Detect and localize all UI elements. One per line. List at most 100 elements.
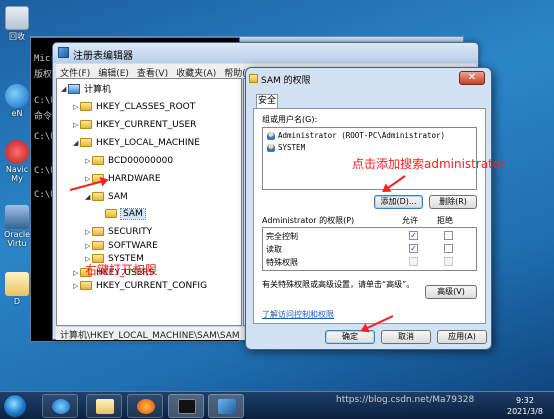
virtualbox-shortcut[interactable]: Oracle Virtu bbox=[2, 205, 32, 248]
permission-name: 特殊权限 bbox=[266, 258, 298, 267]
access-control-help-link[interactable]: 了解访问控制和权限 bbox=[262, 309, 334, 320]
user-row-system[interactable]: SYSTEM bbox=[267, 143, 305, 152]
recycle-bin-icon bbox=[5, 6, 29, 30]
console-line: 命令 bbox=[34, 112, 53, 122]
desktop-icon-label: Navic My bbox=[5, 165, 29, 183]
cancel-button[interactable]: 取消 bbox=[381, 330, 431, 344]
media-player-icon bbox=[137, 399, 155, 414]
deny-header: 拒绝 bbox=[437, 216, 453, 225]
clock-time: 9:32 bbox=[515, 396, 534, 405]
registry-tree[interactable]: ◢ 计算机 ▷ HKEY_CLASSES_ROOT ▷ HKEY_CURRENT_US… bbox=[56, 78, 242, 326]
annotation-click-add: 点击添加搜索administrator bbox=[352, 157, 506, 171]
allow-read-checkbox[interactable]: ✓ bbox=[409, 244, 418, 253]
apply-button[interactable]: 应用(A) bbox=[437, 330, 487, 344]
folder-shortcut[interactable]: D bbox=[2, 272, 32, 306]
tree-item-hkcr[interactable]: ▷ HKEY_CLASSES_ROOT bbox=[73, 100, 195, 113]
tree-item-hklm[interactable]: ◢ HKEY_LOCAL_MACHINE bbox=[73, 136, 200, 149]
menu-favorites[interactable]: 收藏夹(A) bbox=[172, 64, 220, 79]
user-icon bbox=[267, 143, 275, 152]
expand-arrow-icon[interactable]: ▷ bbox=[73, 282, 80, 290]
menu-file[interactable]: 文件(F) bbox=[56, 64, 94, 79]
tree-item-software[interactable]: ▷ SOFTWARE bbox=[85, 239, 158, 252]
tab-security[interactable]: 安全 bbox=[256, 94, 278, 109]
user-name: Administrator (ROOT-PC\Administrator) bbox=[278, 131, 446, 140]
add-button[interactable]: 添加(D)... bbox=[374, 195, 423, 209]
user-name: SYSTEM bbox=[278, 143, 306, 152]
taskbar-console[interactable] bbox=[168, 394, 204, 418]
folder-icon bbox=[92, 156, 104, 165]
tree-item-bcd[interactable]: ▷ BCD00000000 bbox=[85, 154, 173, 167]
permission-row: 读取 ✓ bbox=[266, 243, 476, 255]
advanced-hint: 有关特殊权限或高级设置，请单击“高级”。 bbox=[262, 280, 415, 289]
internet-explorer-icon bbox=[52, 399, 70, 414]
deny-read-checkbox[interactable] bbox=[444, 244, 453, 253]
permissions-label: Administrator 的权限(P) bbox=[262, 216, 355, 225]
taskbar-regedit[interactable] bbox=[208, 394, 244, 418]
tree-item-label: SOFTWARE bbox=[108, 240, 158, 251]
regedit-app-icon bbox=[58, 47, 69, 58]
security-tab-panel: 组或用户名(G): Administrator (ROOT-PC\Adminis… bbox=[253, 108, 486, 324]
advanced-button[interactable]: 高级(V) bbox=[425, 285, 477, 299]
watermark: https://blog.csdn.net/Ma79328 bbox=[336, 395, 475, 405]
collapse-arrow-icon[interactable]: ◢ bbox=[73, 139, 80, 147]
tree-item-label: HARDWARE bbox=[108, 173, 161, 184]
tree-item-label: BCD00000000 bbox=[108, 155, 174, 166]
collapse-arrow-icon[interactable]: ◢ bbox=[61, 85, 68, 93]
menu-edit[interactable]: 编辑(E) bbox=[94, 64, 133, 79]
regedit-icon bbox=[218, 399, 236, 414]
expand-arrow-icon[interactable]: ▷ bbox=[85, 175, 92, 183]
taskbar-explorer[interactable] bbox=[86, 394, 122, 418]
browser-shortcut[interactable]: eN bbox=[2, 84, 32, 118]
user-row-administrator[interactable]: Administrator (ROOT-PC\Administrator) bbox=[267, 131, 445, 140]
tree-item-label: SECURITY bbox=[108, 226, 153, 237]
deny-special-checkbox bbox=[444, 257, 453, 266]
navicat-shortcut[interactable]: Navic My bbox=[2, 140, 32, 183]
tree-item-sam[interactable]: ◢ SAM bbox=[85, 190, 128, 203]
tree-item-label: HKEY_CURRENT_USER bbox=[96, 119, 197, 130]
regedit-title: 注册表编辑器 bbox=[73, 51, 133, 62]
regedit-titlebar[interactable]: 注册表编辑器 bbox=[53, 43, 478, 63]
close-button[interactable]: ✕ bbox=[459, 71, 485, 85]
expand-arrow-icon[interactable]: ▷ bbox=[73, 103, 80, 111]
folder-icon bbox=[96, 399, 114, 414]
permissions-dialog[interactable]: SAM 的权限 ✕ 安全 组或用户名(G): Administrator (RO… bbox=[245, 67, 492, 350]
clock[interactable]: 9:32 2021/3/8 bbox=[507, 395, 543, 417]
user-icon bbox=[267, 131, 275, 140]
tree-item-sam-sam[interactable]: SAM bbox=[105, 207, 146, 220]
tree-item-hkcc[interactable]: ▷ HKEY_CURRENT_CONFIG bbox=[73, 279, 207, 292]
folder-open-icon bbox=[105, 209, 117, 218]
expand-arrow-icon[interactable]: ▷ bbox=[73, 121, 80, 129]
tree-item-hkcu[interactable]: ▷ HKEY_CURRENT_USER bbox=[73, 118, 196, 131]
desktop-icon-label: Oracle Virtu bbox=[3, 230, 31, 248]
remove-button[interactable]: 删除(R) bbox=[429, 195, 477, 209]
clock-date: 2021/3/8 bbox=[507, 407, 543, 416]
allow-full-control-checkbox[interactable]: ✓ bbox=[409, 231, 418, 240]
tree-item-label: SAM bbox=[108, 191, 128, 202]
expand-arrow-icon[interactable]: ▷ bbox=[73, 269, 80, 277]
folder-icon bbox=[92, 227, 104, 236]
expand-arrow-icon[interactable]: ▷ bbox=[85, 242, 92, 250]
internet-explorer-icon bbox=[5, 84, 29, 108]
tree-item-computer[interactable]: ◢ 计算机 bbox=[61, 82, 111, 95]
desktop-icon-label: 回收 bbox=[9, 32, 25, 41]
expand-arrow-icon[interactable]: ▷ bbox=[85, 228, 92, 236]
folder-icon bbox=[80, 102, 92, 111]
tree-item-label: HKEY_LOCAL_MACHINE bbox=[96, 137, 200, 148]
deny-full-control-checkbox[interactable] bbox=[444, 231, 453, 240]
allow-special-checkbox bbox=[409, 257, 418, 266]
console-icon bbox=[178, 399, 196, 414]
menu-view[interactable]: 查看(V) bbox=[133, 64, 172, 79]
taskbar-media[interactable] bbox=[127, 394, 163, 418]
desktop-icon-label: eN bbox=[11, 109, 23, 118]
recycle-bin-shortcut[interactable]: 回收 bbox=[2, 6, 32, 42]
taskbar-ie[interactable] bbox=[42, 394, 78, 418]
collapse-arrow-icon[interactable]: ◢ bbox=[85, 193, 92, 201]
tree-item-security[interactable]: ▷ SECURITY bbox=[85, 225, 152, 238]
permission-row: 特殊权限 bbox=[266, 256, 476, 268]
permission-name: 完全控制 bbox=[266, 232, 298, 241]
folder-icon bbox=[92, 192, 104, 201]
start-button[interactable] bbox=[3, 394, 27, 418]
expand-arrow-icon[interactable]: ▷ bbox=[85, 157, 92, 165]
console-line: 版权 bbox=[34, 70, 53, 80]
folder-icon bbox=[80, 120, 92, 129]
